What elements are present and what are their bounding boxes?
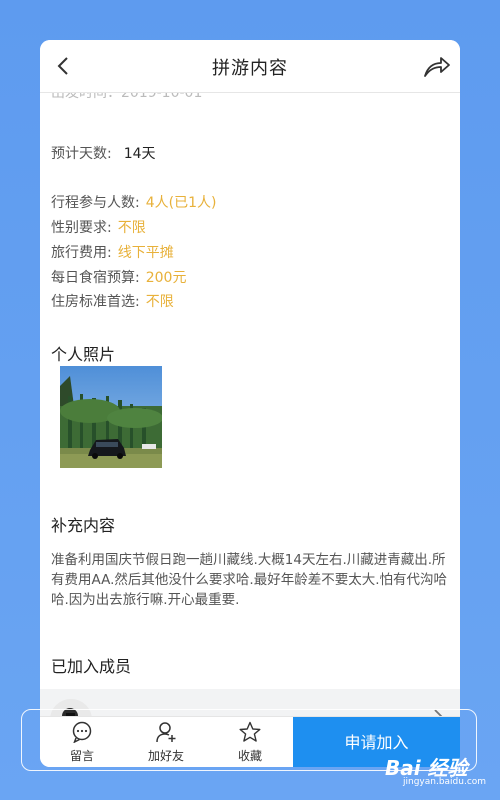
favorite-label: 收藏 xyxy=(237,749,262,763)
gender-row: 性别要求: 不限 xyxy=(51,217,146,237)
housing-label: 住房标准首选: xyxy=(51,294,140,310)
message-label: 留言 xyxy=(69,749,94,763)
housing-row: 住房标准首选: 不限 xyxy=(51,291,174,311)
content-area[interactable]: 出发时间：2019-10-01 预计天数: 14天 行程参与人数: 4人(已1人) … xyxy=(40,92,460,767)
participants-value: 4人(已1人) xyxy=(145,195,217,211)
watermark-logo: Bai 经验 jingyan.baidu.com xyxy=(385,748,493,792)
add-friend-button[interactable]: 加好友 xyxy=(124,717,208,767)
photos-section-title: 个人照片 xyxy=(51,345,116,364)
page-title: 拼游内容 xyxy=(212,58,288,79)
add-friend-label: 加好友 xyxy=(147,749,184,763)
notes-text: 准备利用国庆节假日跑一趟川藏线.大概14天左右.川藏进青藏出.所有费用AA.然后… xyxy=(51,552,447,608)
cost-row: 旅行费用: 线下平摊 xyxy=(51,242,174,262)
watermark-sub-text: jingyan.baidu.com xyxy=(403,777,487,787)
days-label: 预计天数: xyxy=(51,146,112,162)
food-budget-label: 每日食宿预算: xyxy=(51,270,140,286)
message-button[interactable]: 留言 xyxy=(40,717,124,767)
personal-photo[interactable] xyxy=(60,366,162,468)
cost-label: 旅行费用: xyxy=(51,245,112,261)
gender-label: 性别要求: xyxy=(51,220,112,236)
start-time-row: 出发时间：2019-10-01 xyxy=(51,92,203,101)
gender-value: 不限 xyxy=(117,220,146,236)
days-row: 预计天数: 14天 xyxy=(51,143,156,163)
days-value: 14天 xyxy=(123,146,156,162)
food-budget-value: 200元 xyxy=(145,270,187,286)
participants-row: 行程参与人数: 4人(已1人) xyxy=(51,192,216,212)
participants-label: 行程参与人数: xyxy=(51,195,140,211)
top-bar: 拼游内容 xyxy=(40,40,460,93)
housing-value: 不限 xyxy=(145,294,174,310)
cost-value: 线下平摊 xyxy=(117,245,174,261)
share-icon[interactable] xyxy=(422,52,452,80)
members-section-title: 已加入成员 xyxy=(51,657,132,676)
notes-section-title: 补充内容 xyxy=(51,516,116,535)
phone-screen: 拼游内容 出发时间：2019-10-01 预计天数: 14天 行程参与人数: 4人(… xyxy=(40,40,460,767)
favorite-button[interactable]: 收藏 xyxy=(208,717,292,767)
comment-icon xyxy=(72,721,92,743)
star-icon xyxy=(239,721,261,742)
car-photo-image xyxy=(60,366,162,468)
food-budget-row: 每日食宿预算: 200元 xyxy=(51,267,186,287)
add-friend-icon xyxy=(156,722,176,743)
